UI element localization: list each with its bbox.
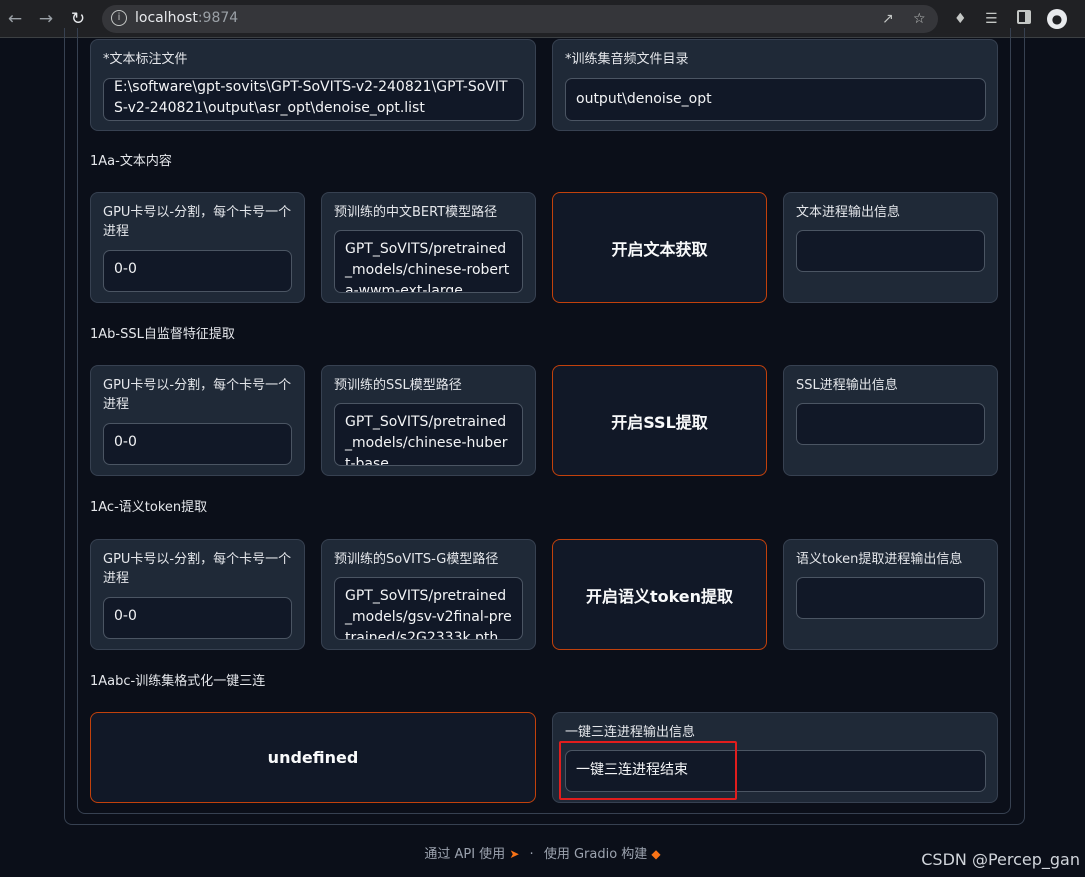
section-title-1ac: 1Ac-语义token提取: [90, 500, 208, 515]
model-input-1aa[interactable]: GPT_SoVITS/pretrained_models/chinese-rob…: [334, 230, 523, 293]
gpu-label-1ab: GPU卡号以-分割，每个卡号一个进程: [103, 378, 292, 412]
section-title-1aabc: 1Aabc-训练集格式化一键三连: [90, 674, 266, 689]
media-icon[interactable]: ☰: [985, 10, 998, 28]
url-port: :9874: [197, 10, 239, 26]
output-label-1aa: 文本进程输出信息: [796, 205, 901, 220]
audio-dir-label: *训练集音频文件目录: [565, 52, 689, 67]
model-card-1aa: 预训练的中文BERT模型路径 GPT_SoVITS/pretrained_mod…: [321, 192, 536, 303]
url-text: localhost:9874: [135, 10, 238, 26]
output-label-1ac: 语义token提取进程输出信息: [796, 552, 963, 567]
api-link[interactable]: 通过 API 使用: [424, 847, 505, 862]
output-textbox-1aa[interactable]: [796, 230, 985, 272]
model-card-1ac: 预训练的SoVITS-G模型路径 GPT_SoVITS/pretrained_m…: [321, 539, 536, 650]
csdn-watermark: CSDN @Percep_gan: [921, 850, 1080, 869]
back-arrow-icon[interactable]: ←: [5, 9, 25, 29]
annotation-highlight: [559, 741, 737, 800]
output-textbox-1ac[interactable]: [796, 577, 985, 619]
gpu-input-1aa[interactable]: 0-0: [103, 250, 292, 292]
gpu-label-1ac: GPU卡号以-分割，每个卡号一个进程: [103, 552, 292, 586]
model-label-1aa: 预训练的中文BERT模型路径: [334, 205, 498, 220]
gradio-logo-icon: ◆: [651, 847, 661, 861]
rocket-icon: ➤: [509, 847, 520, 861]
section-title-1ab: 1Ab-SSL自监督特征提取: [90, 327, 235, 342]
share-icon[interactable]: ↗: [882, 10, 894, 28]
output-card-1ab: SSL进程输出信息: [783, 365, 998, 476]
model-input-1ab[interactable]: GPT_SoVITS/pretrained_models/chinese-hub…: [334, 403, 523, 466]
model-label-1ac: 预训练的SoVITS-G模型路径: [334, 552, 499, 567]
sidepanel-icon[interactable]: [1017, 10, 1031, 24]
oneclick-output-label: 一键三连进程输出信息: [565, 725, 696, 740]
gpu-label-1aa: GPU卡号以-分割，每个卡号一个进程: [103, 205, 292, 239]
gpu-card-1ac: GPU卡号以-分割，每个卡号一个进程 0-0: [90, 539, 305, 650]
output-card-1aa: 文本进程输出信息: [783, 192, 998, 303]
forward-arrow-icon[interactable]: →: [36, 9, 56, 29]
model-input-1ac[interactable]: GPT_SoVITS/pretrained_models/gsv-v2final…: [334, 577, 523, 640]
gpu-card-1aa: GPU卡号以-分割，每个卡号一个进程 0-0: [90, 192, 305, 303]
gpu-input-1ac[interactable]: 0-0: [103, 597, 292, 639]
extensions-icon[interactable]: ♦: [954, 10, 967, 28]
output-card-1ac: 语义token提取进程输出信息: [783, 539, 998, 650]
audio-dir-input[interactable]: output\denoise_opt: [565, 78, 986, 121]
output-label-1ab: SSL进程输出信息: [796, 378, 898, 393]
url-host: localhost: [135, 10, 198, 26]
text-label-file-card: *文本标注文件 E:\software\gpt-sovits\GPT-SoVIT…: [90, 39, 536, 131]
footer-separator: ·: [529, 847, 534, 862]
reload-icon[interactable]: ↻: [68, 9, 88, 29]
gradio-link[interactable]: 使用 Gradio 构建: [544, 847, 647, 862]
audio-dir-card: *训练集音频文件目录 output\denoise_opt: [552, 39, 998, 131]
start-text-extract-button[interactable]: 开启文本获取: [552, 192, 767, 303]
output-textbox-1ab[interactable]: [796, 403, 985, 445]
start-ssl-extract-button[interactable]: 开启SSL提取: [552, 365, 767, 476]
model-card-1ab: 预训练的SSL模型路径 GPT_SoVITS/pretrained_models…: [321, 365, 536, 476]
text-label-file-label: *文本标注文件: [103, 52, 188, 67]
profile-icon[interactable]: ●: [1047, 9, 1067, 29]
model-label-1ab: 预训练的SSL模型路径: [334, 378, 462, 393]
info-icon[interactable]: i: [111, 10, 127, 26]
section-title-1aa: 1Aa-文本内容: [90, 154, 172, 169]
gpu-card-1ab: GPU卡号以-分割，每个卡号一个进程 0-0: [90, 365, 305, 476]
text-label-file-value: E:\software\gpt-sovits\GPT-SoVITS-v2-240…: [114, 79, 508, 116]
start-token-extract-button[interactable]: 开启语义token提取: [552, 539, 767, 650]
star-icon[interactable]: ☆: [913, 10, 926, 28]
gpu-input-1ab[interactable]: 0-0: [103, 423, 292, 465]
oneclick-button[interactable]: undefined: [90, 712, 536, 803]
text-label-file-input[interactable]: E:\software\gpt-sovits\GPT-SoVITS-v2-240…: [103, 78, 524, 121]
